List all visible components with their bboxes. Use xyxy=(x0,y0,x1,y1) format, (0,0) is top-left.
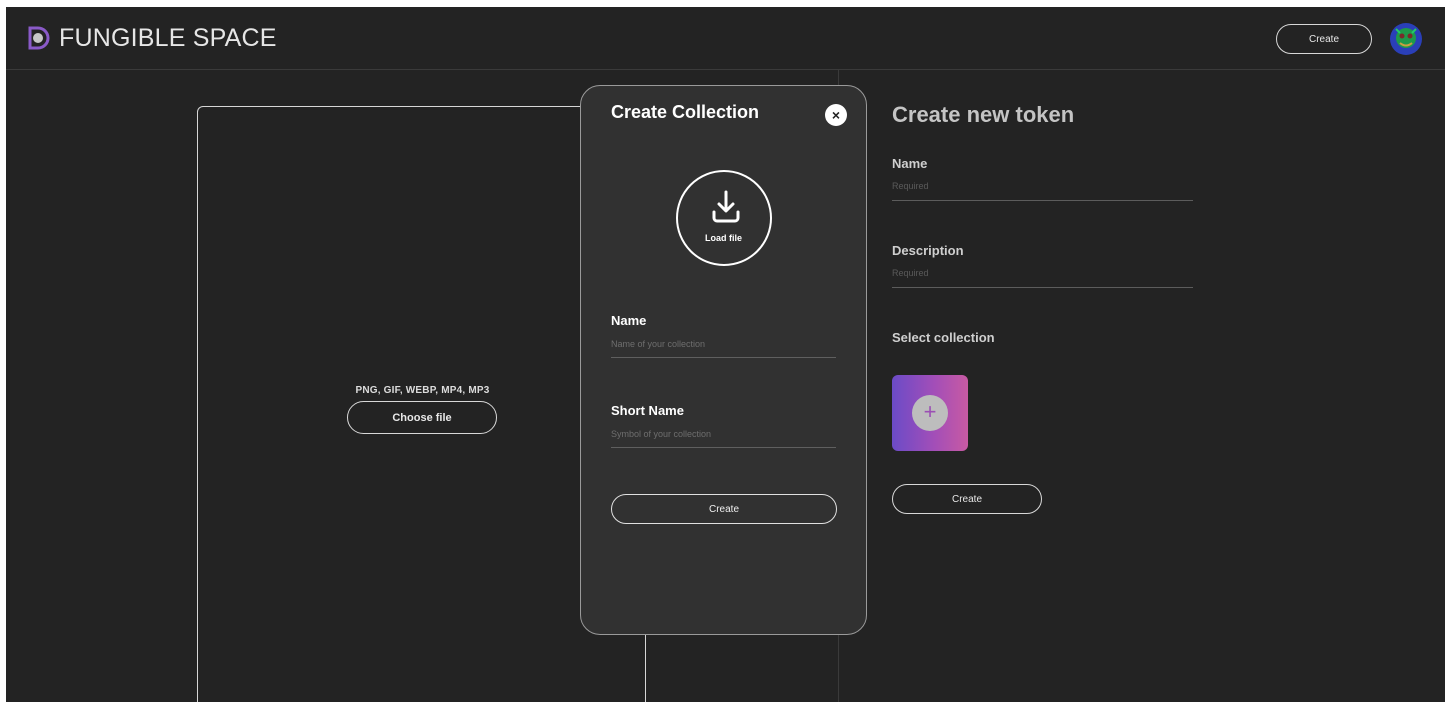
load-file-button[interactable]: Load file xyxy=(676,170,772,266)
plus-icon: + xyxy=(912,395,948,431)
top-bar: FUNGIBLE SPACE Create xyxy=(6,7,1445,70)
avatar[interactable] xyxy=(1390,23,1422,55)
token-description-label: Description xyxy=(892,243,964,258)
header-create-button[interactable]: Create xyxy=(1276,24,1372,54)
download-icon xyxy=(712,190,740,223)
short-name-underline xyxy=(611,447,836,448)
token-description-input[interactable]: Required xyxy=(892,268,929,278)
collection-name-label: Name xyxy=(611,313,647,328)
token-name-underline xyxy=(892,200,1193,201)
select-collection-label: Select collection xyxy=(892,330,995,345)
choose-file-button[interactable]: Choose file xyxy=(347,401,497,434)
logo-icon[interactable] xyxy=(26,25,50,51)
collection-name-input[interactable]: Name of your collection xyxy=(611,339,705,349)
modal-title: Create Collection xyxy=(611,102,760,122)
collection-name-underline xyxy=(611,357,836,358)
create-collection-button[interactable]: Create xyxy=(611,494,837,524)
brand-name[interactable]: FUNGIBLE SPACE xyxy=(59,24,277,53)
close-icon[interactable]: × xyxy=(825,104,847,126)
token-description-underline xyxy=(892,287,1193,288)
short-name-input[interactable]: Symbol of your collection xyxy=(611,429,711,439)
file-dropzone[interactable]: PNG, GIF, WEBP, MP4, MP3 Choose file xyxy=(197,106,646,702)
token-name-label: Name xyxy=(892,156,928,171)
page-title: Create new token xyxy=(892,102,1075,127)
load-file-label: Load file xyxy=(704,233,742,243)
create-collection-modal: Create Collection × Load file Name Name … xyxy=(580,85,867,635)
token-name-input[interactable]: Required xyxy=(892,181,929,191)
app-window: FUNGIBLE SPACE Create PNG, GIF, WEBP, MP… xyxy=(6,7,1445,702)
short-name-label: Short Name xyxy=(611,403,684,418)
add-collection-tile[interactable]: + xyxy=(892,375,968,451)
create-token-button[interactable]: Create xyxy=(892,484,1042,514)
